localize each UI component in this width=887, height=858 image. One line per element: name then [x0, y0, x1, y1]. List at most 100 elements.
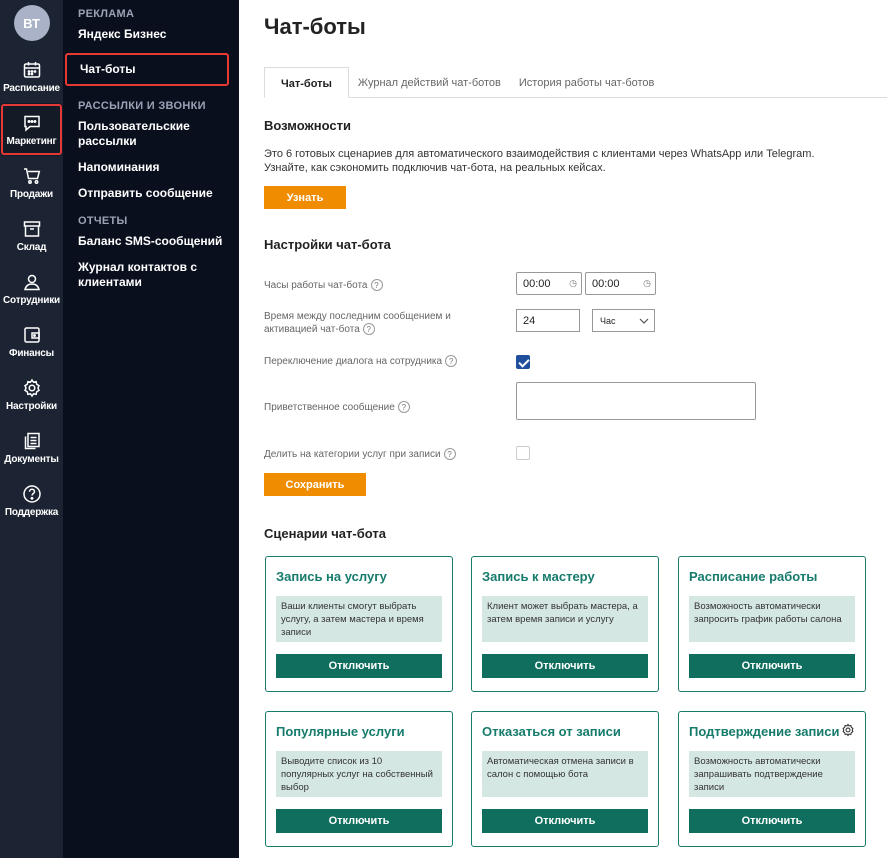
help-icon[interactable]: ? — [445, 355, 458, 368]
rail-item-support[interactable]: Поддержка — [0, 474, 63, 527]
rail-item-employees[interactable]: Сотрудники — [0, 262, 63, 315]
features-line-1: Это 6 готовых сценариев для автоматическ… — [264, 148, 815, 160]
rail-item-label: Финансы — [8, 347, 55, 359]
nav-link-chatbots[interactable]: Чат-боты — [65, 53, 229, 86]
features-line-2: Узнайте, как сэкономить подключив чат-бо… — [264, 162, 606, 174]
rail-item-label: Склад — [16, 241, 47, 253]
settings-heading: Настройки чат-бота — [264, 237, 391, 252]
help-icon[interactable]: ? — [397, 401, 410, 414]
rail-item-label: Настройки — [6, 400, 57, 412]
rail-item-label: Документы — [4, 453, 59, 465]
categories-checkbox[interactable] — [516, 446, 530, 460]
scenario-card: Отказаться от записи Автоматическая отме… — [471, 711, 659, 847]
documents-icon — [22, 431, 42, 451]
features-section: Возможности Это 6 готовых сценариев для … — [264, 118, 887, 209]
secondary-nav: РЕКЛАМА Яндекс Бизнес Чат-боты РАССЫЛКИ … — [63, 0, 239, 858]
chat-icon — [22, 113, 42, 133]
rail-item-label: Сотрудники — [3, 294, 60, 306]
card-title-text: Запись на услугу — [276, 569, 387, 584]
nav-link-yandex-business[interactable]: Яндекс Бизнес — [63, 27, 239, 42]
scenario-card: Подтверждение записи Возможность автомат… — [678, 711, 866, 847]
features-description: Это 6 готовых сценариев для автоматическ… — [264, 147, 887, 175]
nav-link-sms-balance[interactable]: Баланс SMS-сообщений — [63, 234, 239, 249]
card-title-text: Подтверждение записи — [689, 724, 840, 739]
tab-chatbots[interactable]: Чат-боты — [264, 67, 349, 98]
delay-unit-select[interactable]: Час — [592, 309, 655, 332]
categories-label: Делить на категории услуг при записи? — [264, 448, 456, 461]
card-description: Возможность автоматически запрашивать по… — [689, 751, 855, 797]
scenario-card: Популярные услуги Выводите список из 10 … — [265, 711, 453, 847]
rail-item-warehouse[interactable]: Склад — [0, 209, 63, 262]
disable-button[interactable]: Отключить — [482, 809, 648, 833]
disable-button[interactable]: Отключить — [276, 809, 442, 833]
rail-item-settings[interactable]: Настройки — [0, 368, 63, 421]
delay-unit-value: Час — [600, 315, 616, 326]
tab-history[interactable]: История работы чат-ботов — [510, 67, 664, 98]
card-title-text: Запись к мастеру — [482, 569, 595, 584]
delay-value-input[interactable]: 24 — [516, 309, 580, 332]
card-description: Ваши клиенты смогут выбрать услугу, а за… — [276, 596, 442, 642]
cart-icon — [22, 166, 42, 186]
help-icon[interactable]: ? — [362, 323, 375, 336]
rail-item-schedule[interactable]: Расписание — [0, 50, 63, 103]
rail-item-documents[interactable]: Документы — [0, 421, 63, 474]
switch-checkbox[interactable] — [516, 355, 530, 369]
page-title: Чат-боты — [264, 14, 366, 39]
greeting-textarea[interactable] — [516, 382, 756, 420]
greeting-label: Приветственное сообщение? — [264, 401, 410, 414]
rail-item-label: Продажи — [9, 188, 54, 200]
disable-button[interactable]: Отключить — [482, 654, 648, 678]
nav-link-custom-mailings[interactable]: Пользовательские рассылки — [63, 119, 239, 149]
rail-item-sales[interactable]: Продажи — [0, 156, 63, 209]
icon-rail: ВТ Расписание Маркетинг Продажи Склад Со… — [0, 0, 63, 858]
rail-item-label: Маркетинг — [6, 135, 57, 147]
card-title: Расписание работы — [679, 557, 865, 587]
tabs: Чат-боты Журнал действий чат-ботов Истор… — [264, 67, 887, 98]
nav-link-contacts-journal[interactable]: Журнал контактов с клиентами — [63, 260, 239, 290]
scenarios-heading: Сценарии чат-бота — [264, 526, 386, 541]
learn-button[interactable]: Узнать — [264, 186, 346, 209]
hours-to-input[interactable]: 00:00 ◷ — [585, 272, 656, 295]
scenario-card: Запись на услугу Ваши клиенты смогут выб… — [265, 556, 453, 692]
avatar[interactable]: ВТ — [13, 5, 50, 41]
hours-from-input[interactable]: 00:00 ◷ — [516, 272, 582, 295]
card-title-text: Расписание работы — [689, 569, 818, 584]
scenario-card: Расписание работы Возможность автоматиче… — [678, 556, 866, 692]
rail-item-finance[interactable]: Финансы — [0, 315, 63, 368]
categories-label-text: Делить на категории услуг при записи — [264, 449, 441, 460]
card-description: Выводите список из 10 популярных услуг н… — [276, 751, 442, 797]
card-title-text: Отказаться от записи — [482, 724, 621, 739]
tab-actions-journal[interactable]: Журнал действий чат-ботов — [349, 67, 510, 98]
save-button[interactable]: Сохранить — [264, 473, 366, 496]
scenario-card: Запись к мастеру Клиент может выбрать ма… — [471, 556, 659, 692]
disable-button[interactable]: Отключить — [689, 654, 855, 678]
hours-label-text: Часы работы чат-бота — [264, 280, 368, 291]
section-title-reports: ОТЧЕТЫ — [78, 215, 128, 227]
disable-button[interactable]: Отключить — [276, 654, 442, 678]
rail-item-marketing[interactable]: Маркетинг — [0, 103, 63, 156]
nav-link-send-message[interactable]: Отправить сообщение — [63, 186, 239, 201]
calendar-icon — [22, 60, 42, 80]
nav-link-reminders[interactable]: Напоминания — [63, 160, 239, 175]
help-icon[interactable]: ? — [370, 279, 383, 292]
chevron-down-icon — [639, 316, 649, 326]
greeting-label-text: Приветственное сообщение — [264, 402, 395, 413]
gear-icon[interactable] — [841, 723, 855, 740]
features-heading: Возможности — [264, 118, 351, 133]
delay-label-line-2: активацией чат-бота — [264, 324, 360, 335]
card-title: Популярные услуги — [266, 712, 452, 742]
delay-label-line-1: Время между последним сообщением и — [264, 311, 451, 322]
delay-label: Время между последним сообщением и актив… — [264, 310, 451, 336]
card-title: Подтверждение записи — [679, 712, 865, 742]
settings-form: Часы работы чат-бота? 00:00 ◷ 00:00 ◷ Врем… — [264, 264, 887, 504]
card-title: Отказаться от записи — [472, 712, 658, 742]
rail-item-label: Поддержка — [4, 506, 59, 518]
section-title-mailings: РАССЫЛКИ И ЗВОНКИ — [78, 100, 206, 112]
clock-icon: ◷ — [643, 278, 651, 288]
card-title: Запись к мастеру — [472, 557, 658, 587]
switch-label-text: Переключение диалога на сотрудника — [264, 356, 443, 367]
disable-button[interactable]: Отключить — [689, 809, 855, 833]
hours-from-value: 00:00 — [523, 277, 551, 290]
help-icon[interactable]: ? — [443, 448, 456, 461]
card-description: Возможность автоматически запросить граф… — [689, 596, 855, 642]
